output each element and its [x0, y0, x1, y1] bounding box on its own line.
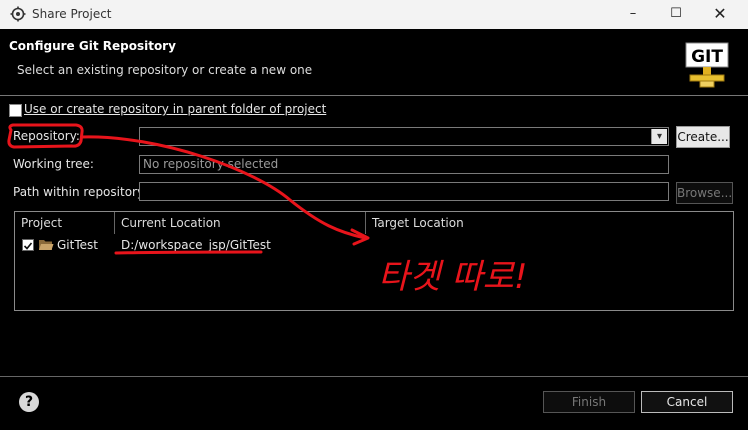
current-location-cell: D:/workspace_jsp/GitTest: [121, 238, 271, 252]
page-subtitle: Select an existing repository or create …: [17, 63, 313, 77]
create-button[interactable]: Create...: [676, 126, 730, 148]
table-row[interactable]: GitTest D:/workspace_jsp/GitTest: [15, 236, 733, 254]
path-within-repo-label: Path within repository:: [13, 185, 148, 199]
eclipse-icon: [10, 6, 26, 22]
working-tree-label: Working tree:: [13, 157, 94, 171]
project-name-cell: GitTest: [57, 238, 98, 252]
cancel-button[interactable]: Cancel: [641, 391, 733, 413]
repository-combo[interactable]: ▾: [139, 127, 669, 146]
help-icon[interactable]: ?: [19, 392, 39, 412]
working-tree-field: No repository selected: [139, 155, 669, 174]
title-bar: Share Project – ☐ ✕: [0, 0, 748, 29]
maximize-button[interactable]: ☐: [664, 4, 688, 24]
chevron-down-icon[interactable]: ▾: [651, 129, 667, 144]
window-title: Share Project: [32, 7, 112, 21]
column-header-target-location[interactable]: Target Location: [366, 212, 733, 234]
minimize-button[interactable]: –: [621, 4, 645, 24]
projects-table[interactable]: Project Current Location Target Location…: [14, 211, 734, 311]
finish-button[interactable]: Finish: [543, 391, 635, 413]
column-header-project[interactable]: Project: [15, 212, 115, 234]
row-checkbox[interactable]: [22, 239, 34, 251]
project-folder-icon: [39, 240, 54, 250]
checkmark-icon: [23, 242, 33, 250]
git-logo-text: GIT: [691, 47, 723, 67]
repository-label: Repository:: [13, 129, 80, 143]
wizard-header: Configure Git Repository Select an exist…: [0, 29, 748, 96]
use-parent-checkbox[interactable]: [9, 104, 22, 117]
close-button[interactable]: ✕: [708, 4, 732, 24]
git-logo-icon: GIT: [685, 42, 729, 88]
use-parent-label: Use or create repository in parent folde…: [24, 102, 327, 116]
page-title: Configure Git Repository: [9, 39, 176, 53]
footer-separator: [0, 376, 748, 377]
path-within-repo-field[interactable]: [139, 182, 669, 201]
column-header-current-location[interactable]: Current Location: [115, 212, 366, 234]
browse-button[interactable]: Browse...: [676, 182, 733, 204]
